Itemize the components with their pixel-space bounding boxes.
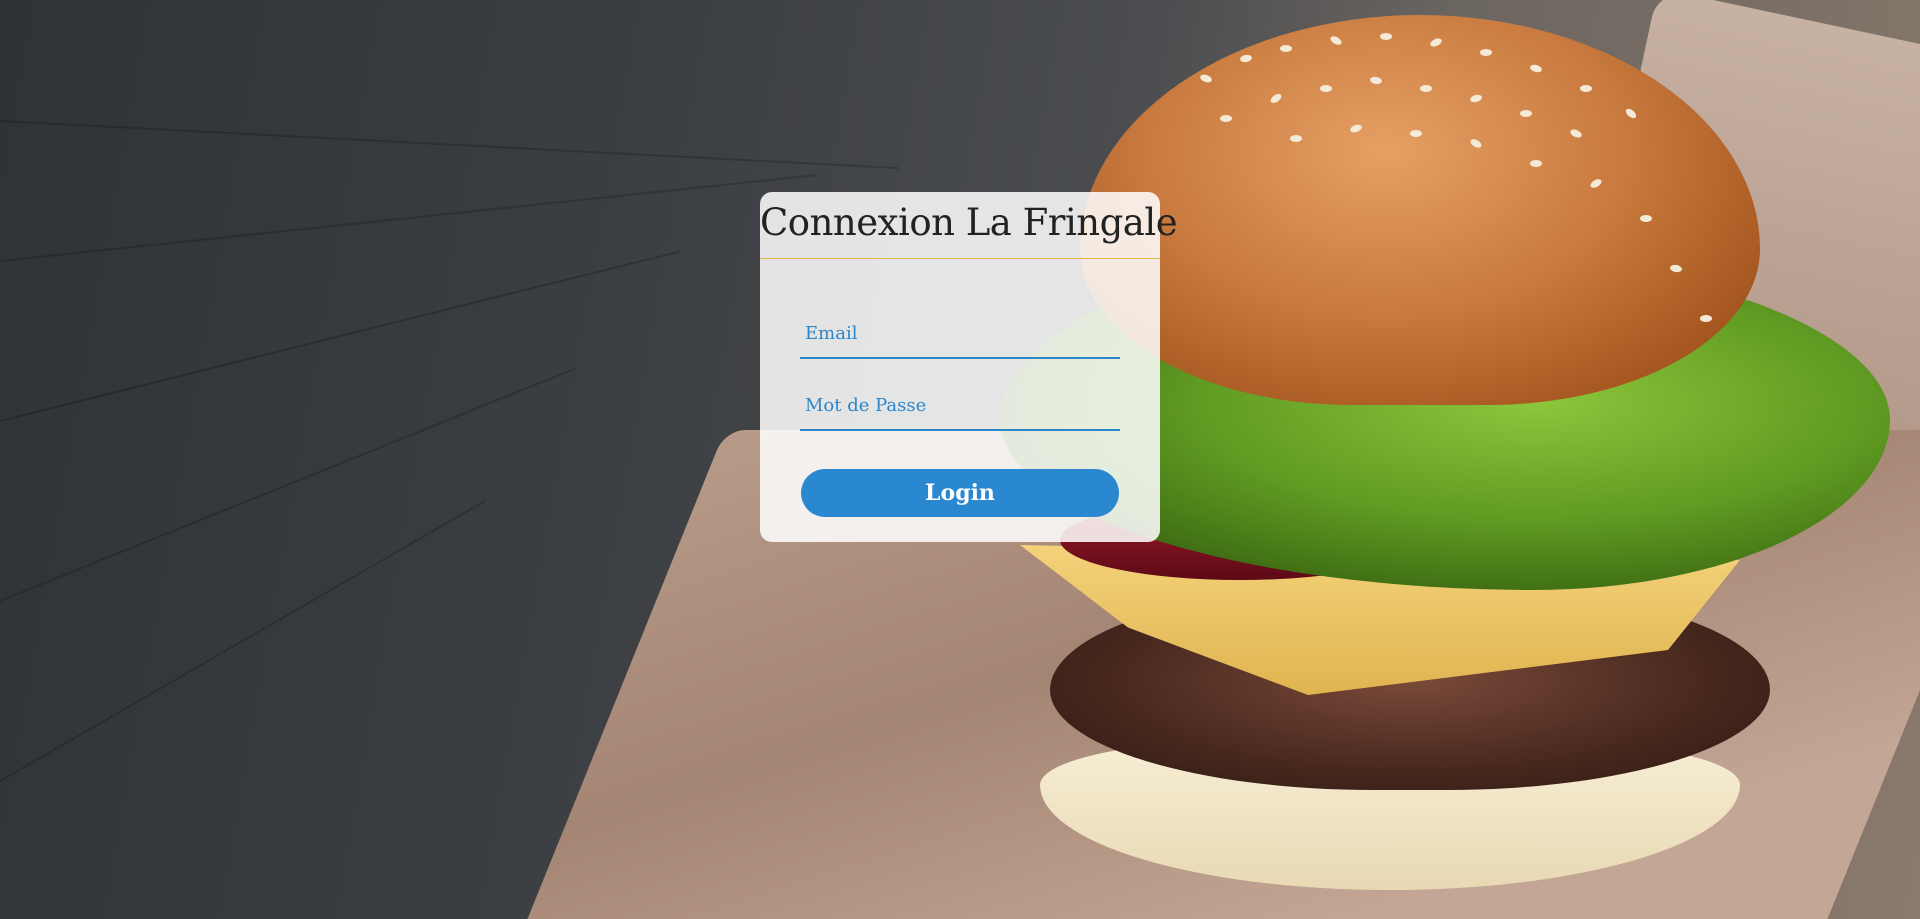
login-title: Connexion La Fringale [760,192,1178,259]
login-button[interactable]: Login [801,469,1119,517]
password-field[interactable]: Mot de Passe [800,381,1124,431]
email-field[interactable]: Email [800,309,1124,359]
password-input[interactable] [800,381,1124,431]
email-input[interactable] [800,309,1124,359]
login-card: Connexion La Fringale Email Mot de Passe… [760,192,1178,542]
